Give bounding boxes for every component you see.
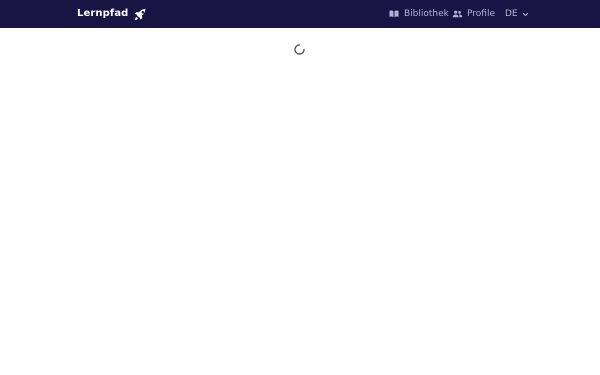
nav-library-link[interactable]: Bibliothek xyxy=(389,0,449,28)
nav-profiles-link[interactable]: Profile xyxy=(452,0,495,28)
rocket-icon xyxy=(133,7,148,22)
brand-home-link[interactable]: Lernpfad xyxy=(77,6,148,22)
loading-spinner xyxy=(293,41,306,55)
brand-name: Lernpfad xyxy=(77,8,129,19)
language-selector[interactable]: DE xyxy=(505,0,529,28)
users-icon xyxy=(452,9,463,19)
nav-profiles-label: Profile xyxy=(467,9,495,19)
nav-library-label: Bibliothek xyxy=(404,9,449,19)
top-navigation-bar: Lernpfad Bibliothek Profile DE xyxy=(0,0,600,28)
book-open-icon xyxy=(389,9,399,19)
language-label: DE xyxy=(505,9,518,19)
chevron-down-icon xyxy=(522,11,529,18)
